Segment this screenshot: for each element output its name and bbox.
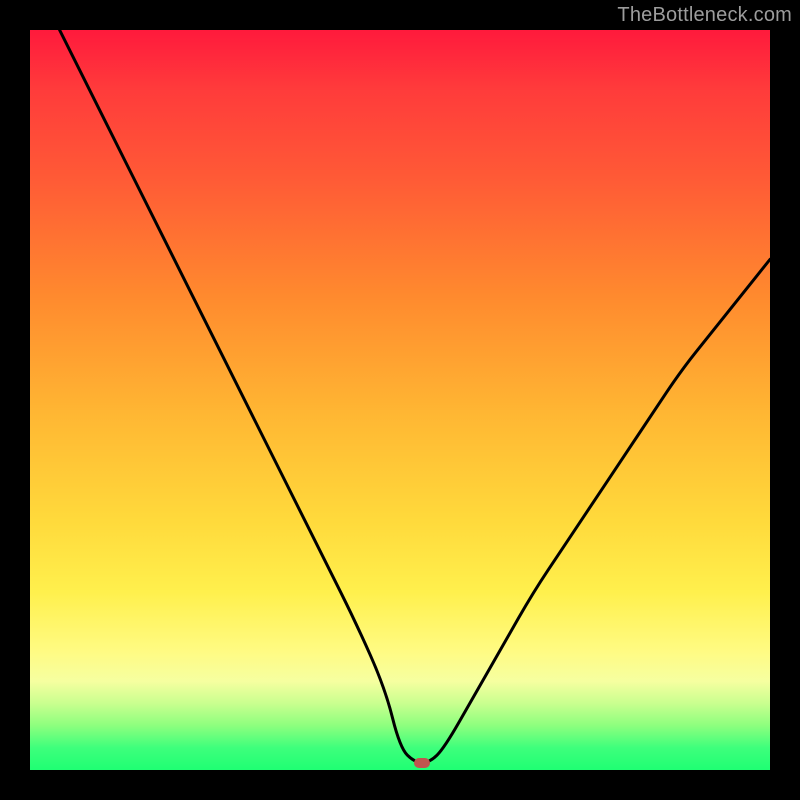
watermark-text: TheBottleneck.com (617, 4, 792, 27)
chart-frame: TheBottleneck.com (0, 0, 800, 800)
optimum-marker (414, 758, 430, 768)
plot-area (30, 30, 770, 770)
bottleneck-curve (30, 30, 770, 770)
